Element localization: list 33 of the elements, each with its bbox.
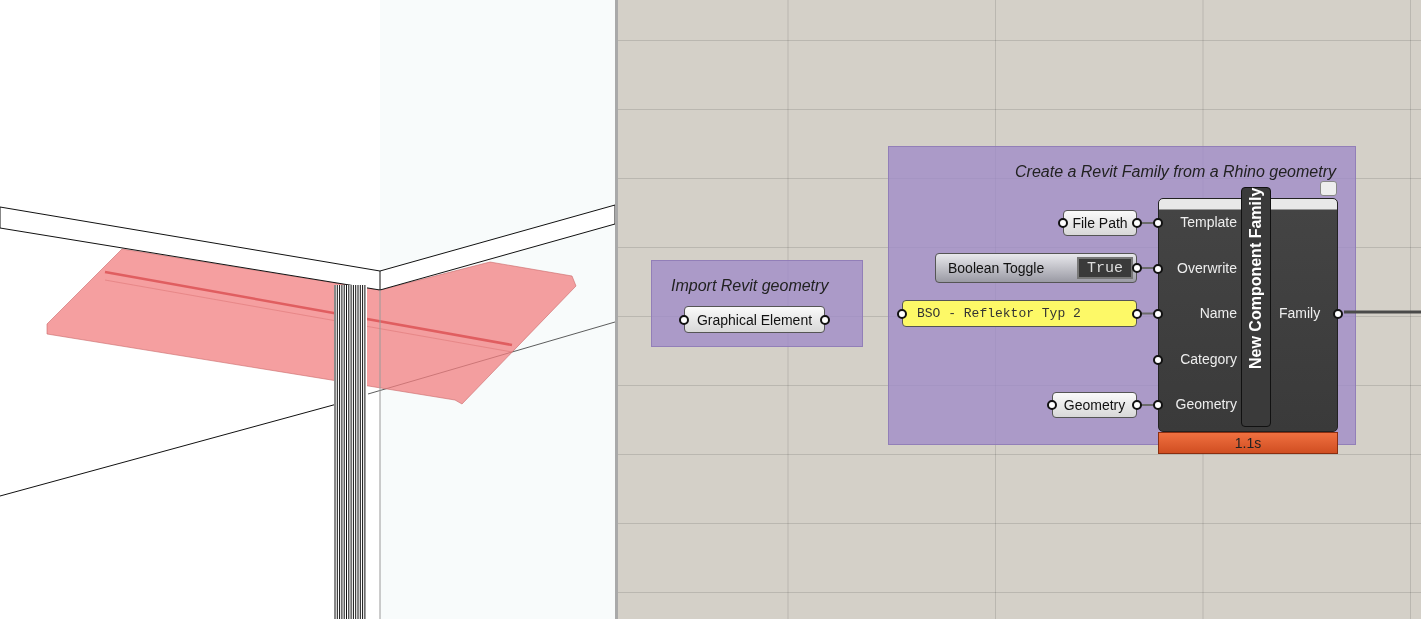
input-label: Template (1180, 214, 1237, 230)
group-title: Create a Revit Family from a Rhino geometry (1015, 163, 1336, 181)
port-icon[interactable] (1153, 263, 1163, 274)
boolean-toggle[interactable]: Boolean Toggle True (935, 253, 1137, 283)
port-icon[interactable] (1153, 354, 1163, 365)
input-label: Overwrite (1177, 259, 1237, 276)
group-title: Import Revit geometry (671, 277, 829, 295)
port-icon[interactable] (1153, 218, 1163, 228)
port-icon[interactable] (1132, 218, 1142, 228)
port-icon[interactable] (1333, 309, 1343, 319)
port-icon[interactable] (1153, 400, 1163, 410)
text-panel[interactable]: BSO - Reflektor Typ 2 (902, 300, 1137, 327)
input-label: Name (1199, 305, 1237, 321)
port-icon[interactable] (1047, 400, 1057, 410)
input-label: Geometry (1175, 396, 1237, 412)
port-icon[interactable] (820, 314, 830, 325)
port-icon[interactable] (1132, 400, 1142, 410)
port-icon[interactable] (1132, 263, 1142, 273)
output-label: Family (1279, 305, 1321, 321)
port-icon[interactable] (1058, 218, 1068, 228)
port-icon[interactable] (1153, 309, 1163, 319)
parameter-node[interactable]: Graphical Element (684, 306, 825, 333)
port-icon[interactable] (897, 308, 907, 319)
runtime-bar: 1.1s (1158, 432, 1338, 454)
parameter-node[interactable]: File Path (1063, 210, 1137, 236)
component-tab[interactable] (1320, 181, 1337, 196)
component-name: New Component Family (1241, 187, 1271, 427)
input-label: Category (1180, 350, 1237, 367)
port-icon[interactable] (1132, 308, 1142, 319)
port-icon[interactable] (679, 314, 689, 325)
toggle-label: Boolean Toggle (948, 260, 1045, 276)
toggle-value[interactable]: True (1077, 257, 1133, 279)
parameter-node[interactable]: Geometry (1052, 392, 1137, 418)
